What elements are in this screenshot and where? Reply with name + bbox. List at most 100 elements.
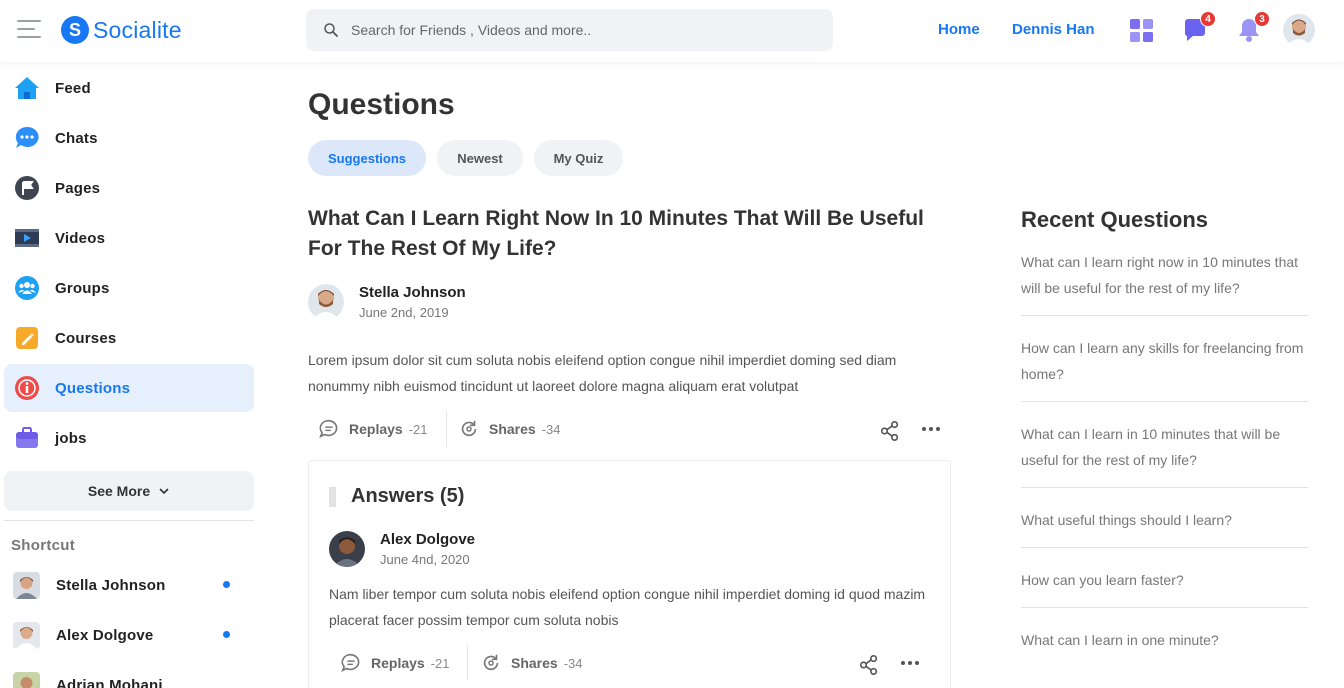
user-avatar[interactable] (1283, 14, 1315, 46)
top-header: S Socialite Home Dennis Han 4 3 (0, 0, 1344, 62)
page-title: Questions (308, 88, 455, 121)
brand-logo[interactable]: S Socialite (61, 16, 182, 44)
avatar (13, 621, 40, 649)
share-icon[interactable] (879, 420, 901, 447)
see-more-label: See More (87, 483, 151, 499)
video-icon (14, 225, 40, 251)
tab-newest[interactable]: Newest (437, 140, 523, 176)
home-icon (14, 75, 40, 101)
avatar[interactable] (308, 284, 344, 320)
action-divider (467, 645, 468, 681)
messages-badge: 4 (1200, 11, 1216, 27)
recent-question-link[interactable]: What useful things should I learn? (1021, 506, 1308, 548)
briefcase-icon (14, 425, 40, 451)
shortcut-name: Alex Dolgove (56, 626, 154, 644)
shares-label: Shares (511, 655, 558, 671)
sidebar-item-label: Groups (55, 279, 110, 297)
sidebar-item-questions[interactable]: Questions (4, 364, 254, 412)
shares-count: -34 (563, 655, 583, 671)
courses-icon (14, 325, 40, 351)
search-input[interactable] (351, 22, 811, 38)
search-bar (306, 9, 833, 51)
share-icon[interactable] (858, 654, 880, 681)
author-name[interactable]: Stella Johnson (359, 284, 466, 301)
refresh-icon (483, 654, 499, 671)
notifications-badge: 3 (1254, 11, 1270, 27)
avatar (13, 671, 40, 688)
answer-actions: Replays -21 Shares -34 (340, 645, 940, 681)
refresh-icon (461, 420, 477, 437)
shares-button[interactable]: Shares -34 (458, 411, 561, 447)
sidebar-item-label: Courses (55, 329, 117, 347)
recent-questions-title: Recent Questions (1021, 207, 1209, 232)
sidebar-item-label: Chats (55, 129, 98, 147)
recent-question-link[interactable]: What can I learn right now in 10 minutes… (1021, 248, 1308, 316)
see-more-button[interactable]: See More (4, 471, 254, 511)
author-name[interactable]: Alex Dolgove (380, 531, 475, 548)
sidebar-item-label: Questions (55, 379, 131, 397)
search-icon (324, 23, 338, 37)
sidebar-item-videos[interactable]: Videos (4, 214, 254, 262)
shortcut-item[interactable]: Stella Johnson (13, 571, 243, 599)
recent-question-link[interactable]: How can you learn faster? (1021, 566, 1308, 608)
apps-icon[interactable] (1129, 17, 1155, 43)
replays-button[interactable]: Replays -21 (318, 411, 428, 447)
sidebar-item-pages[interactable]: Pages (4, 164, 254, 212)
chevron-down-icon (159, 488, 169, 495)
avatar (13, 571, 40, 599)
answer-body: Nam liber tempor cum soluta nobis eleife… (329, 586, 926, 628)
shortcut-item[interactable]: Adrian Mohani (13, 671, 243, 688)
question-title[interactable]: What Can I Learn Right Now In 10 Minutes… (308, 204, 948, 264)
shares-count: -34 (541, 421, 561, 437)
shares-button[interactable]: Shares -34 (480, 645, 583, 681)
recent-questions-list: What can I learn right now in 10 minutes… (1021, 248, 1308, 685)
more-icon[interactable] (901, 661, 919, 665)
answer-author: Alex Dolgove June 4nd, 2020 (329, 531, 475, 567)
avatar[interactable] (329, 531, 365, 567)
sidebar-item-label: jobs (55, 429, 87, 447)
sidebar-item-label: Pages (55, 179, 101, 197)
left-sidebar: Feed Chats Pages Videos Groups Courses Q… (0, 62, 270, 688)
online-indicator (223, 581, 230, 588)
groups-icon (14, 275, 40, 301)
online-indicator (223, 631, 230, 638)
sidebar-item-label: Feed (55, 79, 91, 97)
action-divider (446, 411, 447, 447)
info-icon (14, 375, 40, 401)
comment-icon (341, 653, 360, 673)
replays-count: -21 (430, 655, 450, 671)
shortcut-name: Adrian Mohani (56, 676, 163, 688)
question-actions: Replays -21 Shares -34 (318, 411, 958, 447)
question-author: Stella Johnson June 2nd, 2019 (308, 284, 466, 320)
post-date: June 2nd, 2019 (359, 305, 449, 320)
flag-icon (14, 175, 40, 201)
menu-icon[interactable] (17, 20, 41, 40)
sidebar-item-courses[interactable]: Courses (4, 314, 254, 362)
recent-question-link[interactable]: What can I learn in 10 minutes that will… (1021, 420, 1308, 488)
answers-section: Answers (5) Alex Dolgove June 4nd, 2020 … (308, 460, 951, 688)
notifications-button[interactable]: 3 (1236, 11, 1270, 43)
shortcut-heading: Shortcut (11, 537, 76, 554)
messages-button[interactable]: 4 (1182, 11, 1216, 43)
replays-button[interactable]: Replays -21 (340, 645, 450, 681)
sidebar-item-groups[interactable]: Groups (4, 264, 254, 312)
answers-bar (329, 486, 336, 507)
replays-count: -21 (408, 421, 428, 437)
chat-icon (14, 125, 40, 151)
answers-title: Answers (5) (351, 485, 465, 507)
recent-question-link[interactable]: How can I learn any skills for freelanci… (1021, 334, 1308, 402)
sidebar-item-jobs[interactable]: jobs (4, 414, 254, 462)
profile-link[interactable]: Dennis Han (1012, 21, 1095, 38)
logo-text: Socialite (93, 16, 182, 43)
tab-my-quiz[interactable]: My Quiz (534, 140, 623, 176)
sidebar-item-chats[interactable]: Chats (4, 114, 254, 162)
logo-mark: S (61, 16, 89, 44)
sidebar-item-label: Videos (55, 229, 106, 247)
sidebar-item-feed[interactable]: Feed (4, 64, 254, 112)
tab-suggestions[interactable]: Suggestions (308, 140, 426, 176)
more-icon[interactable] (922, 427, 940, 431)
recent-question-link[interactable]: What can I learn in one minute? (1021, 626, 1308, 667)
shortcut-item[interactable]: Alex Dolgove (13, 621, 243, 649)
home-link[interactable]: Home (938, 21, 980, 38)
replays-label: Replays (371, 655, 425, 671)
